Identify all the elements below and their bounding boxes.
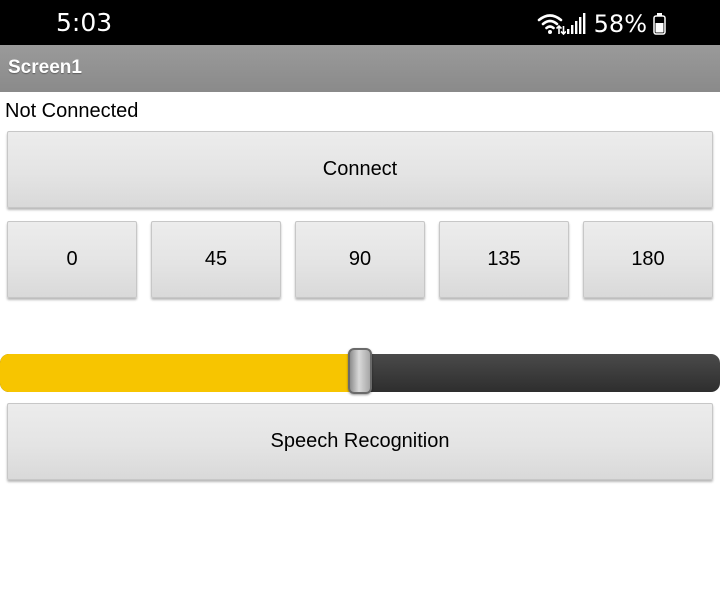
angle-45-button[interactable]: 45 [151, 221, 281, 298]
angle-0-button[interactable]: 0 [7, 221, 137, 298]
status-icons: 58% [536, 10, 666, 38]
status-bar: 5:03 58% [0, 0, 720, 45]
wifi-icon [536, 12, 566, 36]
connection-status-label: Not Connected [5, 100, 139, 122]
angle-slider[interactable] [0, 348, 720, 394]
battery-percent: 58% [593, 10, 647, 38]
screen-title: Screen1 [8, 57, 82, 78]
slider-thumb[interactable] [348, 348, 372, 394]
speech-recognition-button[interactable]: Speech Recognition [7, 403, 713, 480]
angle-135-button[interactable]: 135 [439, 221, 569, 298]
app-title-bar: Screen1 [0, 45, 720, 92]
status-time: 5:03 [56, 8, 113, 37]
signal-icon [566, 13, 586, 35]
connect-button[interactable]: Connect [7, 131, 713, 208]
slider-fill [0, 354, 360, 392]
angle-180-button[interactable]: 180 [583, 221, 713, 298]
angle-90-button[interactable]: 90 [295, 221, 425, 298]
battery-icon [653, 13, 666, 35]
